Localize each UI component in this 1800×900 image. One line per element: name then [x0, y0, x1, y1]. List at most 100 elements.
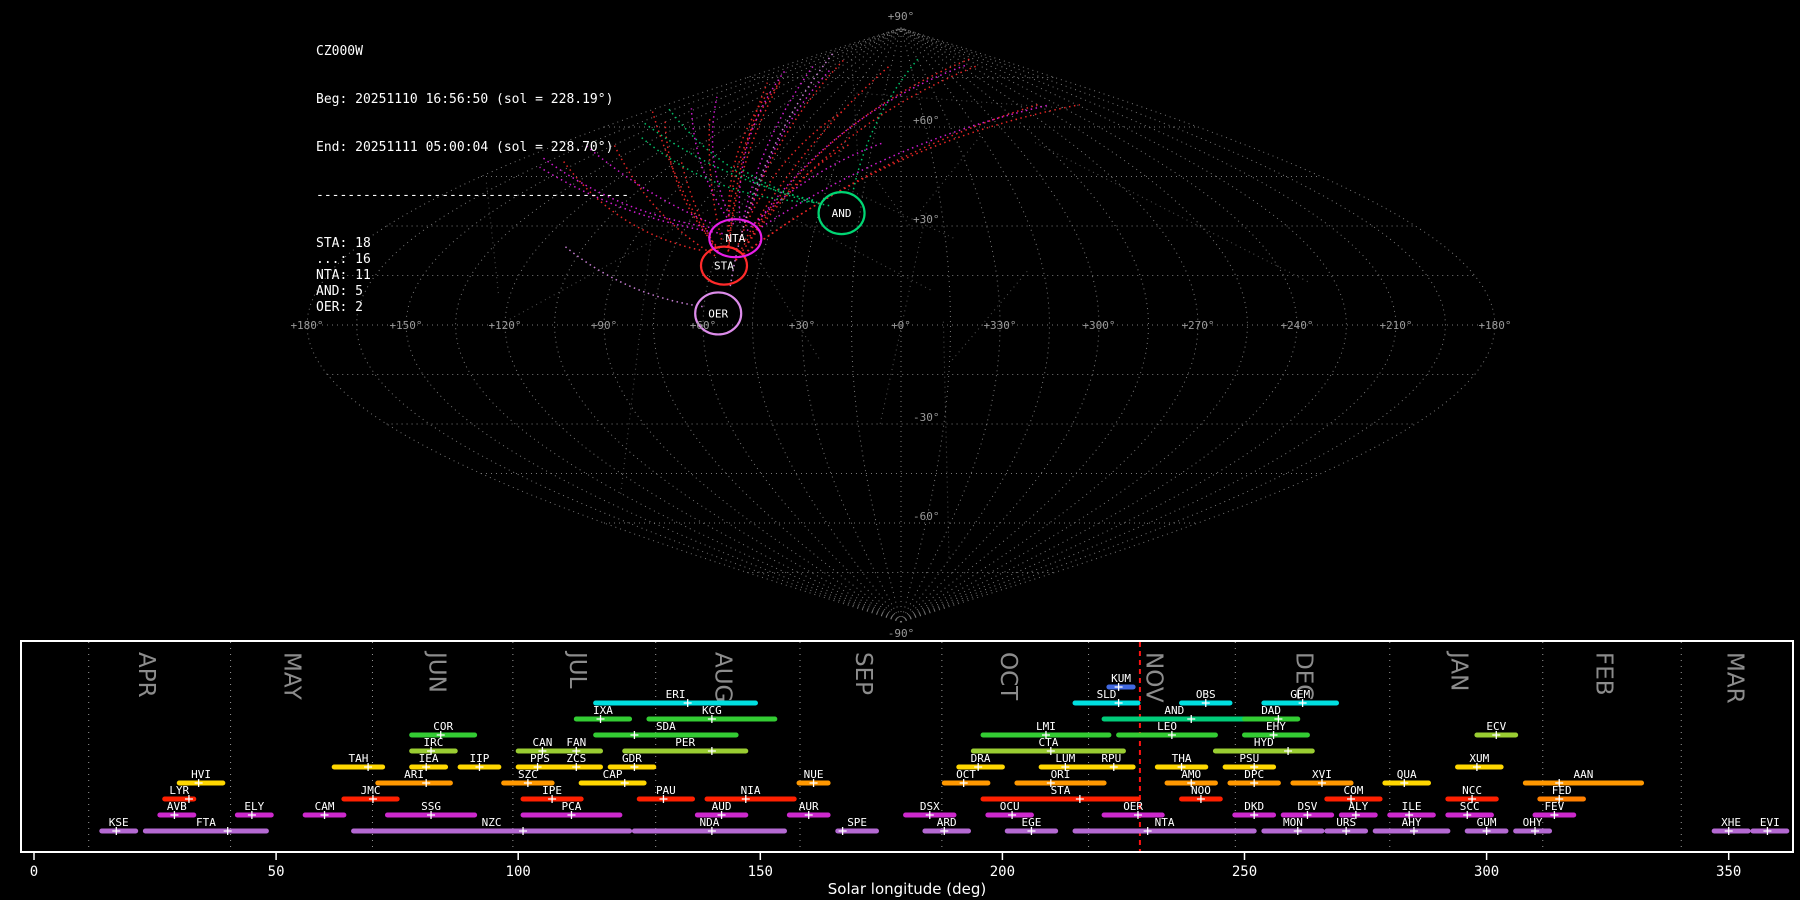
shower-label-EGE: EGE — [1022, 816, 1042, 829]
shower-label-TAH: TAH — [348, 752, 368, 765]
shower-label-NUE: NUE — [804, 768, 824, 781]
shower-label-ALY: ALY — [1348, 800, 1368, 813]
month-label-JUN: JUN — [424, 650, 450, 693]
shower-label-QUA: QUA — [1397, 768, 1417, 781]
shower-label-IPE: IPE — [542, 784, 562, 797]
shower-bar-OCT: OCT — [941, 768, 991, 787]
month-label-APR: APR — [133, 652, 159, 698]
shower-label-ERI: ERI — [666, 688, 686, 701]
shower-label-LMI: LMI — [1036, 720, 1056, 733]
svg-text:+60°: +60° — [913, 114, 940, 127]
shower-label-DPC: DPC — [1244, 768, 1264, 781]
shower-label-IIP: IIP — [470, 752, 490, 765]
shower-label-DSV: DSV — [1298, 800, 1318, 813]
peak-marker-HYD — [1284, 747, 1293, 755]
meteor-tracks-STA — [563, 57, 1080, 261]
shower-label-KCG: KCG — [702, 704, 722, 717]
shower-label-AVB: AVB — [167, 800, 187, 813]
shower-label-AUD: AUD — [712, 800, 732, 813]
shower-label-OBS: OBS — [1196, 688, 1216, 701]
shower-bar-NTA: NTA — [1072, 816, 1257, 835]
shower-label-IEA: IEA — [419, 752, 439, 765]
shower-label-THA: THA — [1172, 752, 1192, 765]
shower-bar-ARI: ARI — [375, 768, 453, 787]
observation-beg: Beg: 20251110 16:56:50 (sol = 228.19°) — [316, 92, 614, 107]
shower-bar-PAU: PAU — [636, 784, 696, 803]
radiant-label-STA: STA — [714, 260, 734, 273]
shower-bar-TAH: TAH — [331, 752, 386, 771]
shower-bar-ECV: ECV — [1474, 720, 1519, 739]
x-tick-300: 300 — [1474, 864, 1499, 880]
shower-label-XHE: XHE — [1721, 816, 1741, 829]
peak-marker-NTA — [1143, 827, 1152, 835]
month-label-JUL: JUL — [564, 650, 590, 689]
month-label-FEB: FEB — [1591, 652, 1617, 696]
svg-text:+180°: +180° — [1478, 319, 1511, 332]
shower-label-DSX: DSX — [920, 800, 940, 813]
peak-marker-AND — [1187, 715, 1196, 723]
shower-label-SDA: SDA — [656, 720, 676, 733]
radiant-label-NTA: NTA — [725, 232, 745, 245]
shower-label-MON: MON — [1283, 816, 1303, 829]
peak-marker-PER — [707, 747, 716, 755]
shower-bar-AUR: AUR — [786, 800, 831, 819]
shower-bar-PCA: PCA — [520, 800, 623, 819]
month-label-JAN: JAN — [1445, 650, 1471, 691]
shower-label-CTA: CTA — [1038, 736, 1058, 749]
shower-bar-GUM: GUM — [1464, 816, 1509, 835]
shower-label-NIA: NIA — [741, 784, 761, 797]
shower-label-FAN: FAN — [566, 736, 586, 749]
info-separator: ---------------------------------------- — [316, 188, 630, 203]
shower-bar-LEO: LEO — [1116, 720, 1218, 739]
month-label-MAY: MAY — [278, 652, 304, 701]
shower-bar-QUA: QUA — [1382, 768, 1431, 787]
shower-label-CAM: CAM — [315, 800, 335, 813]
shower-label-DKD: DKD — [1244, 800, 1264, 813]
shower-label-XUM: XUM — [1469, 752, 1489, 765]
svg-text:-60°: -60° — [913, 510, 940, 523]
x-tick-250: 250 — [1232, 864, 1257, 880]
shower-label-HVI: HVI — [191, 768, 211, 781]
x-tick-350: 350 — [1716, 864, 1741, 880]
shower-label-SLD: SLD — [1097, 688, 1117, 701]
shower-label-XVI: XVI — [1312, 768, 1332, 781]
month-label-OCT: OCT — [995, 652, 1021, 701]
shower-label-AAN: AAN — [1574, 768, 1594, 781]
shower-bar-JMC: JMC — [341, 784, 400, 803]
shower-bar-FTA: FTA — [142, 816, 269, 835]
shower-count-OER: OER: 2 — [316, 300, 363, 315]
shower-label-KUM: KUM — [1111, 672, 1131, 685]
shower-count-list: STA: 18...: 16 NTA: 11 AND: 5 OER: 2 — [316, 236, 629, 316]
shower-label-ZCS: ZCS — [566, 752, 586, 765]
shower-label-PAU: PAU — [656, 784, 676, 797]
shower-label-URS: URS — [1336, 816, 1356, 829]
shower-bar-URS: URS — [1324, 816, 1369, 835]
shower-bar-NOO: NOO — [1179, 784, 1223, 803]
shower-label-AHY: AHY — [1402, 816, 1422, 829]
svg-text:+240°: +240° — [1280, 319, 1313, 332]
svg-text:+60°: +60° — [690, 319, 717, 332]
shower-bar-DPC: DPC — [1227, 768, 1281, 787]
shower-bar-ELY: ELY — [234, 800, 274, 819]
shower-label-EHY: EHY — [1266, 720, 1286, 733]
sky-map: STANTAANDOER+180° +150° +120° +90° +60° +30° +… — [290, 10, 1511, 640]
shower-bar-RPU: RPU — [1087, 752, 1136, 771]
shower-bar-ARD: ARD — [922, 816, 972, 835]
shower-bar-XHE: XHE — [1711, 816, 1751, 835]
svg-text:+210°: +210° — [1379, 319, 1412, 332]
shower-label-GEM: GEM — [1290, 688, 1310, 701]
shower-label-GDR: GDR — [622, 752, 642, 765]
shower-bar-OHY: OHY — [1513, 816, 1553, 835]
shower-label-KSE: KSE — [109, 816, 129, 829]
shower-label-ELY: ELY — [244, 800, 264, 813]
shower-label-FTA: FTA — [196, 816, 216, 829]
pole-label-south: -90° — [888, 627, 915, 640]
shower-label-OHY: OHY — [1523, 816, 1543, 829]
month-boundary-lines — [88, 642, 1682, 851]
shower-bar-NUE: NUE — [796, 768, 831, 787]
svg-text:-30°: -30° — [913, 411, 940, 424]
month-label-SEP: SEP — [850, 652, 876, 695]
station-id: CZ000W — [316, 44, 363, 59]
month-label-AUG: AUG — [709, 652, 735, 702]
observation-info: CZ000W Beg: 20251110 16:56:50 (sol = 228… — [316, 12, 629, 348]
